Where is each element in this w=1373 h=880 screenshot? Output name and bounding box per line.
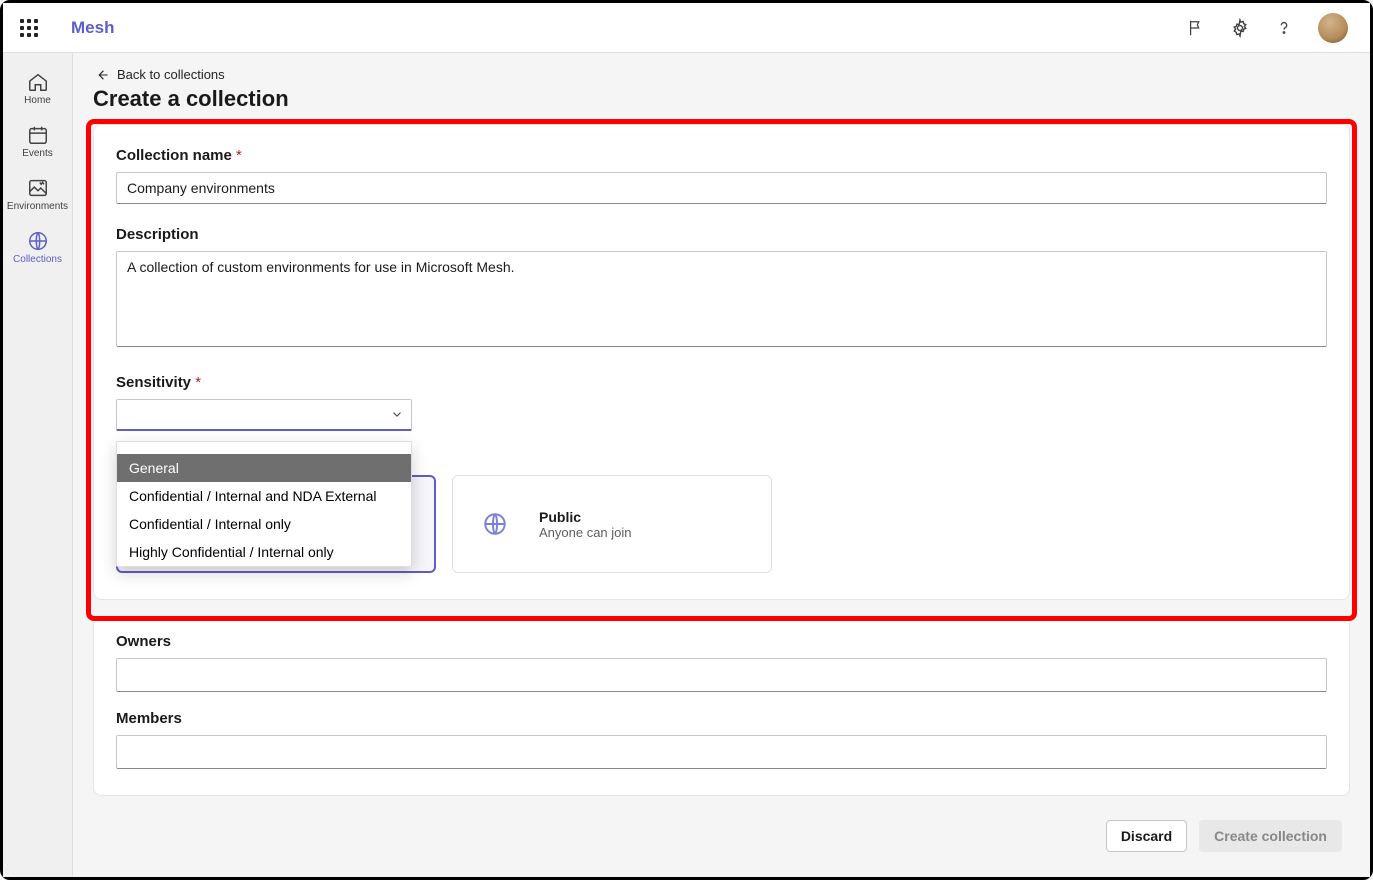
sensitivity-option[interactable]: Confidential / Internal only (117, 510, 411, 538)
globe-icon (471, 500, 519, 548)
sidebar-item-label: Collections (13, 254, 62, 265)
sidebar-item-collections[interactable]: Collections (3, 222, 72, 275)
picture-icon (27, 177, 49, 199)
details-card: Collection name * Description Sensitivit… (93, 124, 1350, 600)
globe-icon (27, 230, 49, 252)
footer-actions: Discard Create collection (93, 812, 1350, 852)
privacy-public-title: Public (539, 509, 632, 525)
calendar-icon (27, 124, 49, 146)
gear-icon[interactable] (1230, 18, 1250, 38)
sidebar-item-label: Environments (7, 201, 68, 212)
discard-button[interactable]: Discard (1106, 820, 1187, 852)
sensitivity-dropdown: General Confidential / Internal and NDA … (116, 441, 412, 567)
arrow-left-icon (95, 68, 109, 82)
privacy-public-sub: Anyone can join (539, 525, 632, 540)
back-link-label: Back to collections (117, 67, 225, 82)
sidebar-item-events[interactable]: Events (3, 116, 72, 169)
app-launcher-icon[interactable] (15, 14, 43, 42)
top-actions (1186, 13, 1358, 43)
owners-label: Owners (116, 633, 1327, 650)
sens-field: Sensitivity * General Confidential / Int… (116, 374, 1327, 431)
flag-icon[interactable] (1186, 18, 1206, 38)
sidebar-item-home[interactable]: Home (3, 63, 72, 116)
desc-label: Description (116, 226, 1327, 243)
help-icon[interactable] (1274, 18, 1294, 38)
home-icon (27, 71, 49, 93)
sidebar-item-label: Events (22, 148, 53, 159)
sidebar-item-label: Home (24, 95, 51, 106)
avatar[interactable] (1318, 13, 1348, 43)
page-title: Create a collection (93, 86, 1350, 112)
name-label: Collection name * (116, 147, 1327, 164)
topbar: Mesh (3, 3, 1370, 53)
privacy-public-card[interactable]: Public Anyone can join (452, 475, 772, 573)
content: Back to collections Create a collection … (73, 53, 1370, 877)
create-collection-button[interactable]: Create collection (1199, 820, 1342, 852)
chevron-down-icon (390, 407, 404, 421)
sensitivity-select[interactable] (116, 399, 412, 431)
members-label: Members (116, 710, 1327, 727)
back-link[interactable]: Back to collections (95, 67, 1350, 82)
owners-input[interactable] (116, 658, 1327, 692)
desc-input[interactable] (116, 251, 1327, 347)
sidebar-item-environments[interactable]: Environments (3, 169, 72, 222)
people-card: Owners Members (93, 616, 1350, 796)
name-field: Collection name * (116, 147, 1327, 204)
app-title: Mesh (71, 18, 114, 38)
sidebar: Home Events Environments Collections (3, 53, 73, 877)
name-input[interactable] (116, 172, 1327, 204)
sensitivity-option[interactable]: Highly Confidential / Internal only (117, 538, 411, 566)
sensitivity-option[interactable]: General (117, 454, 411, 482)
members-input[interactable] (116, 735, 1327, 769)
sensitivity-option[interactable]: Confidential / Internal and NDA External (117, 482, 411, 510)
sens-label: Sensitivity * (116, 374, 1327, 391)
desc-field: Description (116, 226, 1327, 352)
